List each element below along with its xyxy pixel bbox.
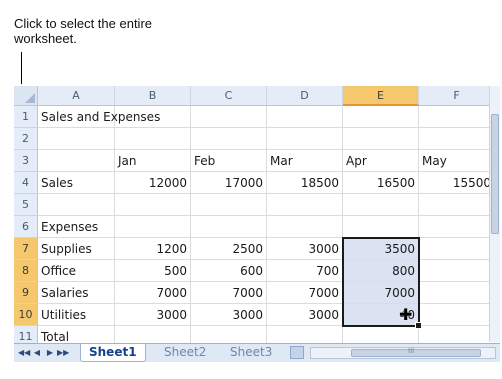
cell-a5[interactable] bbox=[38, 194, 115, 216]
row-header-5[interactable]: 5 bbox=[14, 194, 38, 216]
cell-d9[interactable]: 7000 bbox=[267, 282, 343, 304]
cell-b10[interactable]: 3000 bbox=[115, 304, 191, 326]
column-header-row: ABCDEF bbox=[14, 86, 500, 106]
tab-sheet3[interactable]: Sheet3 bbox=[222, 344, 280, 361]
tab-sheet2[interactable]: Sheet2 bbox=[156, 344, 214, 361]
cell-b8[interactable]: 500 bbox=[115, 260, 191, 282]
sheet-tab-bar: ◀◀ ◀ ▶ ▶▶ Sheet1 Sheet2 Sheet3 III bbox=[14, 343, 500, 362]
cell-d1[interactable] bbox=[267, 106, 343, 128]
cell-a6[interactable]: Expenses bbox=[38, 216, 115, 238]
cell-d10[interactable]: 3000 bbox=[267, 304, 343, 326]
cell-a4[interactable]: Sales bbox=[38, 172, 115, 194]
row-header-6[interactable]: 6 bbox=[14, 216, 38, 238]
row-header-4[interactable]: 4 bbox=[14, 172, 38, 194]
cell-f9[interactable] bbox=[419, 282, 495, 304]
cell-a3[interactable] bbox=[38, 150, 115, 172]
cell-b5[interactable] bbox=[115, 194, 191, 216]
row-header-9[interactable]: 9 bbox=[14, 282, 38, 304]
cell-f7[interactable] bbox=[419, 238, 495, 260]
worksheet: ABCDEF 1 Sales and Expenses 2 3 Jan Feb Mar Apr… bbox=[14, 86, 500, 362]
cell-b6[interactable] bbox=[115, 216, 191, 238]
callout-line-1: Click to select the entire bbox=[14, 16, 153, 31]
row-header-8[interactable]: 8 bbox=[14, 260, 38, 282]
cell-a2[interactable] bbox=[38, 128, 115, 150]
cell-d2[interactable] bbox=[267, 128, 343, 150]
cell-e8[interactable]: 800 bbox=[343, 260, 419, 282]
column-header-c[interactable]: C bbox=[191, 86, 267, 106]
cell-f4[interactable]: 15500 bbox=[419, 172, 495, 194]
cell-c4[interactable]: 17000 bbox=[191, 172, 267, 194]
last-sheet-icon[interactable]: ▶▶ bbox=[57, 347, 69, 359]
column-header-a[interactable]: A bbox=[38, 86, 115, 106]
callout-pointer-line bbox=[21, 52, 22, 84]
prev-sheet-icon[interactable]: ◀ bbox=[31, 347, 43, 359]
scroll-grip-label: III bbox=[408, 347, 415, 355]
row-header-2[interactable]: 2 bbox=[14, 128, 38, 150]
fill-handle[interactable] bbox=[415, 322, 422, 329]
cell-b4[interactable]: 12000 bbox=[115, 172, 191, 194]
cell-c3[interactable]: Feb bbox=[191, 150, 267, 172]
vertical-scrollbar[interactable] bbox=[489, 86, 500, 342]
cell-e5[interactable] bbox=[343, 194, 419, 216]
cell-f6[interactable] bbox=[419, 216, 495, 238]
row-header-7[interactable]: 7 bbox=[14, 238, 38, 260]
cell-e9[interactable]: 7000 bbox=[343, 282, 419, 304]
cell-cursor-icon: ✚ bbox=[399, 305, 413, 324]
cell-c8[interactable]: 600 bbox=[191, 260, 267, 282]
vertical-scroll-thumb[interactable] bbox=[491, 114, 499, 234]
cell-f2[interactable] bbox=[419, 128, 495, 150]
select-all-triangle-icon bbox=[25, 93, 35, 103]
cell-b2[interactable] bbox=[115, 128, 191, 150]
insert-sheet-icon[interactable] bbox=[290, 346, 304, 359]
cell-e6[interactable] bbox=[343, 216, 419, 238]
next-sheet-icon[interactable]: ▶ bbox=[44, 347, 56, 359]
select-all-button[interactable] bbox=[14, 86, 38, 106]
cell-d7[interactable]: 3000 bbox=[267, 238, 343, 260]
cell-e7[interactable]: 3500 bbox=[343, 238, 419, 260]
cell-a1[interactable]: Sales and Expenses bbox=[38, 106, 160, 128]
cell-d8[interactable]: 700 bbox=[267, 260, 343, 282]
cell-f8[interactable] bbox=[419, 260, 495, 282]
cell-f10[interactable] bbox=[419, 304, 495, 326]
column-header-b[interactable]: B bbox=[115, 86, 191, 106]
cell-a10[interactable]: Utilities bbox=[38, 304, 115, 326]
row-header-3[interactable]: 3 bbox=[14, 150, 38, 172]
horizontal-scroll-thumb[interactable]: III bbox=[351, 347, 481, 357]
callout-text: Click to select the entire worksheet. bbox=[14, 16, 152, 46]
row-header-1[interactable]: 1 bbox=[14, 106, 38, 128]
cell-b9[interactable]: 7000 bbox=[115, 282, 191, 304]
cell-c1[interactable] bbox=[191, 106, 267, 128]
cell-d6[interactable] bbox=[267, 216, 343, 238]
cell-e2[interactable] bbox=[343, 128, 419, 150]
cell-b3[interactable]: Jan bbox=[115, 150, 191, 172]
tab-sheet1[interactable]: Sheet1 bbox=[80, 344, 146, 362]
cell-f5[interactable] bbox=[419, 194, 495, 216]
cell-c9[interactable]: 7000 bbox=[191, 282, 267, 304]
cell-d3[interactable]: Mar bbox=[267, 150, 343, 172]
callout-line-2: worksheet. bbox=[14, 31, 77, 46]
cell-d4[interactable]: 18500 bbox=[267, 172, 343, 194]
cell-f3[interactable]: May bbox=[419, 150, 495, 172]
cell-a7[interactable]: Supplies bbox=[38, 238, 115, 260]
cell-c2[interactable] bbox=[191, 128, 267, 150]
cell-c6[interactable] bbox=[191, 216, 267, 238]
cell-d5[interactable] bbox=[267, 194, 343, 216]
cell-c5[interactable] bbox=[191, 194, 267, 216]
column-header-e[interactable]: E bbox=[343, 86, 419, 106]
row-header-10[interactable]: 10 bbox=[14, 304, 38, 326]
cell-b1[interactable] bbox=[115, 106, 191, 128]
cell-a9[interactable]: Salaries bbox=[38, 282, 115, 304]
cell-c10[interactable]: 3000 bbox=[191, 304, 267, 326]
column-header-f[interactable]: F bbox=[419, 86, 495, 106]
horizontal-scrollbar[interactable]: III bbox=[310, 347, 496, 359]
cell-e1[interactable] bbox=[343, 106, 419, 128]
column-header-d[interactable]: D bbox=[267, 86, 343, 106]
first-sheet-icon[interactable]: ◀◀ bbox=[18, 347, 30, 359]
cell-e4[interactable]: 16500 bbox=[343, 172, 419, 194]
cell-b7[interactable]: 1200 bbox=[115, 238, 191, 260]
cell-e3[interactable]: Apr bbox=[343, 150, 419, 172]
cell-c7[interactable]: 2500 bbox=[191, 238, 267, 260]
cell-f1[interactable] bbox=[419, 106, 495, 128]
cell-a8[interactable]: Office bbox=[38, 260, 115, 282]
